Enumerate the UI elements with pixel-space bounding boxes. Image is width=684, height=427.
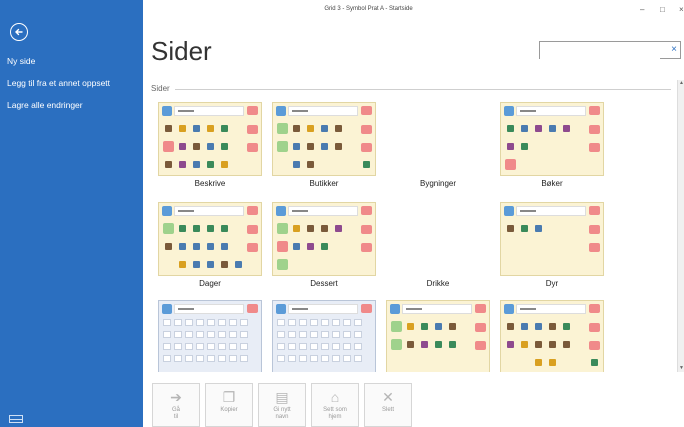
tile-label: Beskrive (194, 179, 226, 188)
page-tile[interactable]: Dager (158, 202, 262, 288)
section-label: Sider (151, 84, 175, 93)
page-tile[interactable] (500, 300, 604, 372)
search-box[interactable]: × (539, 41, 681, 61)
delete-icon: ✕ (382, 389, 394, 405)
tile-label: Drikke (426, 279, 450, 288)
window-title: Grid 3 - Symbol Prat A - Startside (324, 6, 413, 12)
scroll-down-icon[interactable]: ▼ (678, 365, 684, 372)
copy-icon: ❐ (222, 389, 236, 405)
tile-label: Bøker (541, 179, 563, 188)
tile-label: Butikker (309, 179, 339, 188)
arrow-right-icon: ➔ (170, 389, 182, 405)
page-tile[interactable]: Dyr (500, 202, 604, 288)
app-window: Ny side Legg til fra et annet oppsett La… (0, 0, 684, 427)
page-thumbnail (500, 202, 604, 276)
page-tile[interactable]: Dessert (272, 202, 376, 288)
page-thumbnail (500, 300, 604, 372)
sidebar-item-new-page[interactable]: Ny side (7, 56, 35, 66)
arrow-left-icon (15, 28, 23, 36)
copy-button[interactable]: ❐ Kopier (205, 383, 253, 427)
sidebar-item-save-all[interactable]: Lagre alle endringer (7, 100, 83, 110)
page-thumbnail (158, 300, 262, 372)
rename-icon: ▤ (275, 389, 289, 405)
delete-button[interactable]: ✕ Slett (364, 383, 412, 427)
page-tile[interactable]: Butikker (272, 102, 376, 188)
page-thumbnail (386, 102, 490, 176)
keyboard-icon[interactable] (9, 415, 23, 423)
page-grid: Beskrive Butikker Bygninger Bøker Dager … (158, 102, 674, 372)
tile-label: Dessert (310, 279, 338, 288)
page-thumbnail (272, 300, 376, 372)
home-icon: ⌂ (330, 389, 340, 405)
back-button[interactable] (10, 23, 28, 41)
tile-label: Bygninger (419, 179, 457, 188)
go-to-button[interactable]: ➔ Gå til (152, 383, 200, 427)
page-title: Sider (151, 36, 212, 66)
sidebar: Ny side Legg til fra et annet oppsett La… (0, 0, 143, 427)
page-tile[interactable] (158, 300, 262, 372)
title-bar: Grid 3 - Symbol Prat A - Startside – □ × (143, 0, 684, 22)
minimize-button[interactable]: – (640, 5, 644, 14)
page-tile[interactable]: Bøker (500, 102, 604, 188)
search-input[interactable] (540, 44, 660, 61)
sidebar-item-add-from-other[interactable]: Legg til fra et annet oppsett (7, 78, 110, 88)
clear-search-icon[interactable]: × (671, 44, 677, 55)
tile-label: Dager (199, 279, 221, 288)
page-tile[interactable] (386, 300, 490, 372)
maximize-button[interactable]: □ (660, 5, 665, 14)
page-thumbnail (272, 202, 376, 276)
set-as-home-button[interactable]: ⌂ Sett som hjem (311, 383, 359, 427)
page-tile[interactable]: Beskrive (158, 102, 262, 188)
page-tile[interactable]: Bygninger (386, 102, 490, 188)
section-divider (151, 89, 671, 90)
tile-label: Dyr (545, 279, 559, 288)
page-tile[interactable] (272, 300, 376, 372)
scrollbar[interactable]: ▲ ▼ (677, 80, 684, 372)
close-button[interactable]: × (679, 5, 684, 14)
page-thumbnail (158, 102, 262, 176)
rename-button[interactable]: ▤ Gi nytt navn (258, 383, 306, 427)
scroll-up-icon[interactable]: ▲ (678, 80, 684, 87)
page-thumbnail (272, 102, 376, 176)
page-thumbnail (158, 202, 262, 276)
page-thumbnail (386, 300, 490, 372)
page-thumbnail (500, 102, 604, 176)
page-thumbnail (386, 202, 490, 276)
page-tile[interactable]: Drikke (386, 202, 490, 288)
